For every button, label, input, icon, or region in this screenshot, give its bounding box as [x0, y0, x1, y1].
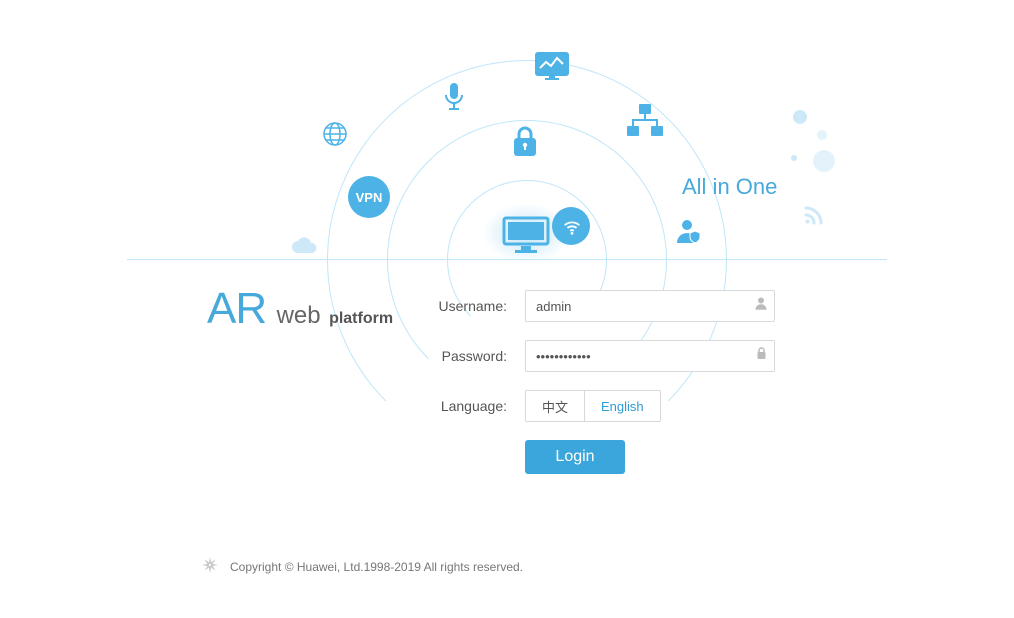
lock-small-icon: [756, 347, 767, 365]
microphone-icon: [443, 82, 465, 112]
language-toggle: 中文 English: [525, 390, 661, 422]
username-label: Username:: [417, 298, 507, 314]
password-row: Password:: [417, 340, 887, 372]
login-button[interactable]: Login: [525, 440, 625, 474]
copyright-text: Copyright © Huawei, Ltd.1998-2019 All ri…: [230, 560, 523, 574]
user-icon: [755, 297, 767, 316]
hero-slogan: All in One: [682, 174, 777, 200]
monitor-icon: [501, 215, 551, 255]
rss-icon: [802, 203, 826, 227]
language-label: Language:: [417, 398, 507, 414]
wifi-icon: [552, 207, 590, 245]
vendor-logo-icon: [200, 555, 220, 578]
hero-baseline: [127, 259, 887, 260]
brand-platform: platform: [329, 310, 393, 327]
decor-dot: [791, 155, 797, 161]
brand-ar: AR: [207, 284, 266, 333]
language-option-en[interactable]: English: [585, 391, 660, 421]
lock-icon: [510, 124, 540, 158]
decor-dot: [813, 150, 835, 172]
login-form: AR web platform Username: Password:: [127, 290, 887, 474]
username-row: Username:: [417, 290, 887, 322]
vpn-icon: VPN: [348, 176, 390, 218]
network-icon: [625, 104, 665, 138]
username-input[interactable]: [525, 290, 775, 322]
user-shield-icon: [675, 217, 705, 245]
hero-graphic: VPN All in One: [127, 0, 887, 260]
brand: AR web platform: [207, 284, 393, 334]
password-label: Password:: [417, 348, 507, 364]
footer: Copyright © Huawei, Ltd.1998-2019 All ri…: [200, 555, 523, 578]
dashboard-icon: [535, 52, 569, 80]
language-row: Language: 中文 English: [417, 390, 887, 422]
language-option-zh[interactable]: 中文: [526, 391, 584, 421]
password-input[interactable]: [525, 340, 775, 372]
decor-dot: [817, 130, 827, 140]
decor-dot: [793, 110, 807, 124]
cloud-icon: [290, 237, 320, 255]
vpn-label: VPN: [356, 190, 383, 205]
brand-web: web: [277, 302, 321, 329]
globe-icon: [322, 121, 348, 147]
